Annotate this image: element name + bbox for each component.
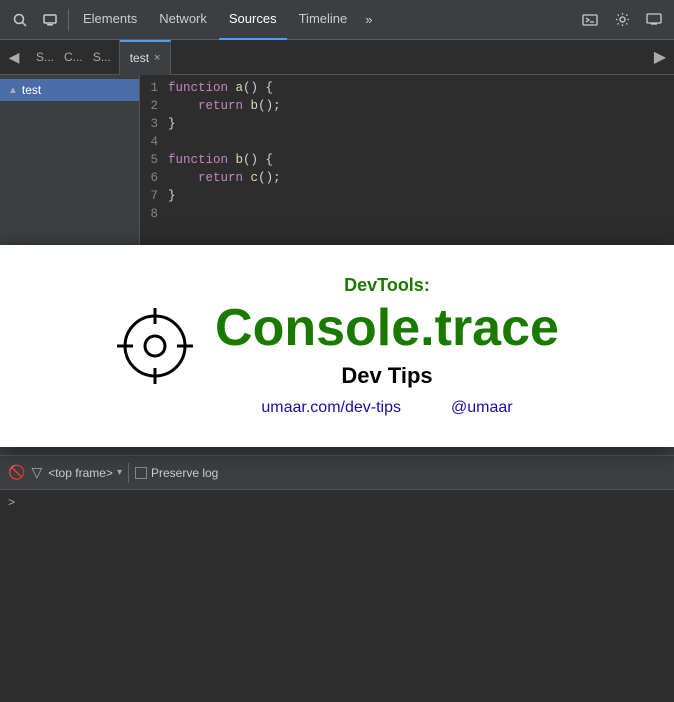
terminal-icon[interactable]: [576, 6, 604, 34]
code-line-8: 8: [140, 205, 674, 223]
crosshair-icon: [115, 306, 195, 386]
code-line-3: 3 }: [140, 115, 674, 133]
toolbar-separator: [68, 9, 69, 31]
toolbar-right: [576, 6, 668, 34]
frame-selector[interactable]: <top frame> ▾: [48, 466, 122, 480]
tab-timeline[interactable]: Timeline: [289, 0, 358, 40]
overlay-subtitle: DevTools:: [215, 275, 559, 296]
prompt-arrow-icon: >: [8, 496, 15, 510]
frame-label: <top frame>: [48, 466, 113, 480]
panel-tabs-left: S... C... S...: [28, 40, 120, 75]
console-area[interactable]: >: [0, 490, 674, 702]
overlay-title: Console.trace: [215, 300, 559, 357]
monitor-icon[interactable]: [640, 6, 668, 34]
search-icon[interactable]: [6, 6, 34, 34]
console-bar-separator: [128, 463, 129, 483]
more-tabs-button[interactable]: »: [359, 12, 378, 27]
device-icon[interactable]: [36, 6, 64, 34]
file-tabs-bar: ◀ S... C... S... test × ▶: [0, 40, 674, 75]
checkbox-icon[interactable]: [135, 467, 147, 479]
preserve-log-checkbox[interactable]: Preserve log: [135, 466, 218, 480]
panel-right-button[interactable]: ▶: [646, 40, 674, 75]
code-line-5: 5 function b() {: [140, 151, 674, 169]
tab-elements[interactable]: Elements: [73, 0, 147, 40]
tab-network[interactable]: Network: [149, 0, 217, 40]
file-tab-close[interactable]: ×: [154, 53, 160, 64]
file-tab-test[interactable]: test ×: [120, 40, 172, 75]
nav-back-button[interactable]: ◀: [0, 40, 28, 75]
overlay-link-website[interactable]: umaar.com/dev-tips: [261, 399, 401, 417]
overlay-card: DevTools: Console.trace Dev Tips umaar.c…: [0, 245, 674, 447]
console-prompt[interactable]: >: [8, 496, 666, 510]
code-line-1: 1 function a() {: [140, 79, 674, 97]
console-filter-icon[interactable]: ▽: [31, 464, 42, 481]
overlay-links: umaar.com/dev-tips @umaar: [215, 399, 559, 417]
file-tab-name: test: [130, 51, 149, 65]
file-icon: ▲: [8, 85, 18, 96]
console-bar: 🚫 ▽ <top frame> ▾ Preserve log: [0, 455, 674, 490]
dropdown-arrow-icon: ▾: [117, 467, 122, 478]
code-line-6: 6 return c();: [140, 169, 674, 187]
console-clear-icon[interactable]: 🚫: [8, 464, 25, 481]
code-line-7: 7 }: [140, 187, 674, 205]
toolbar: Elements Network Sources Timeline »: [0, 0, 674, 40]
code-line-4: 4: [140, 133, 674, 151]
sidebar-item-label: test: [22, 83, 41, 97]
overlay-link-twitter[interactable]: @umaar: [451, 399, 513, 417]
panel-tab-c[interactable]: C...: [64, 50, 83, 64]
overlay-description: Dev Tips: [215, 363, 559, 389]
preserve-log-label: Preserve log: [151, 466, 218, 480]
panel-tab-s1[interactable]: S...: [36, 50, 54, 64]
tab-sources[interactable]: Sources: [219, 0, 287, 40]
overlay-text: DevTools: Console.trace Dev Tips umaar.c…: [215, 275, 559, 417]
sidebar-item-test[interactable]: ▲ test: [0, 79, 139, 101]
code-line-2: 2 return b();: [140, 97, 674, 115]
gear-icon[interactable]: [608, 6, 636, 34]
panel-tab-s2[interactable]: S...: [93, 50, 111, 64]
